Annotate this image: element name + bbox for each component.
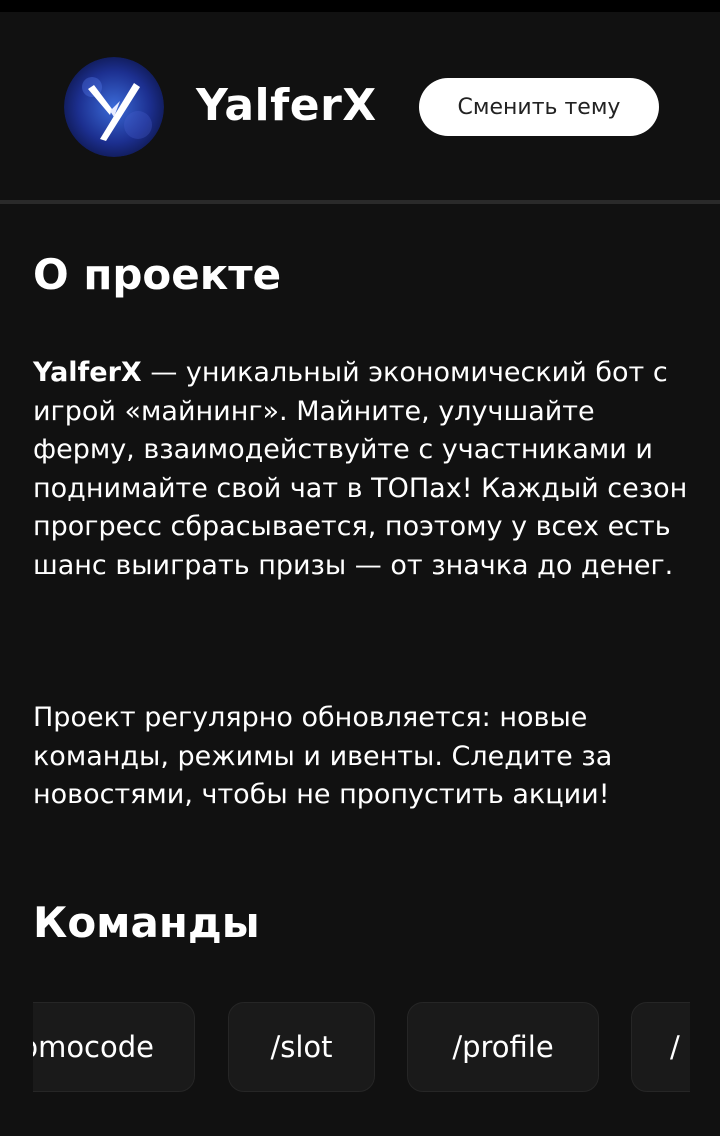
command-chip-slot[interactable]: /slot (228, 1002, 375, 1092)
command-chip-profile[interactable]: /profile (407, 1002, 599, 1092)
brand-name: YalferX (196, 80, 377, 131)
command-chip-promocode[interactable]: /promocode (33, 1002, 195, 1092)
about-paragraph-2: Проект регулярно обновляется: новые кома… (33, 702, 613, 810)
status-bar-strip (0, 0, 720, 12)
about-paragraph-1-text: — уникальный экономический бот с игрой «… (33, 357, 688, 581)
about-title: О проекте (33, 250, 282, 299)
commands-title: Команды (33, 898, 260, 947)
about-paragraph-1: YalferX — уникальный экономический бот с… (33, 354, 693, 585)
logo-icon[interactable] (64, 57, 164, 157)
commands-carousel[interactable]: /promocode /slot /profile / (33, 1002, 690, 1092)
change-theme-button[interactable]: Сменить тему (419, 78, 659, 136)
about-brand-name: YalferX (33, 357, 142, 388)
command-chip-partial[interactable]: / (631, 1002, 690, 1092)
header-divider (0, 200, 720, 204)
